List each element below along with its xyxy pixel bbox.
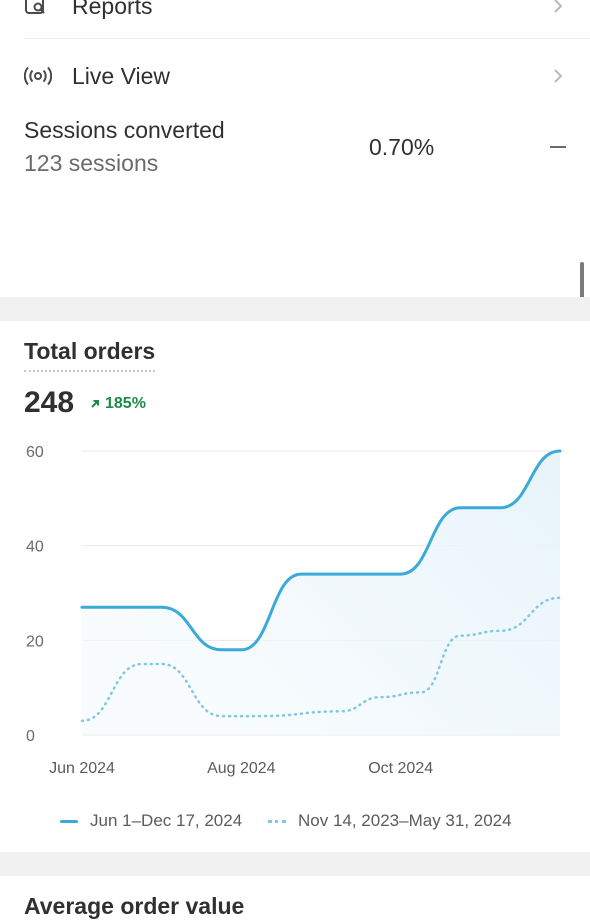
legend-swatch-solid — [60, 819, 78, 823]
no-change-dash-icon — [550, 146, 566, 148]
total-orders-chart: 60 40 20 0 Jun 2024 Aug 2024 Oct 2024 — [26, 444, 562, 777]
chevron-right-icon — [550, 68, 566, 84]
y-tick-label: 60 — [26, 444, 44, 461]
total-orders-value: 248 — [24, 386, 75, 419]
reports-icon — [24, 0, 54, 17]
nav-item-reports[interactable]: Reports — [24, 0, 566, 20]
trend-percent: 185% — [105, 395, 146, 412]
nav-item-reports-label: Reports — [72, 0, 153, 19]
x-tick-label: Jun 2024 — [49, 760, 115, 777]
live-view-icon — [24, 65, 54, 87]
total-orders-title[interactable]: Total orders — [24, 338, 156, 372]
legend-label-previous: Nov 14, 2023–May 31, 2024 — [298, 811, 512, 830]
arrow-up-right-icon — [91, 400, 99, 408]
y-tick-label: 0 — [26, 728, 35, 745]
legend-item-current[interactable]: Jun 1–Dec 17, 2024 — [60, 811, 242, 831]
x-tick-label: Aug 2024 — [207, 760, 276, 777]
chevron-right-icon — [550, 0, 566, 14]
sessions-count: 123 sessions — [24, 150, 159, 176]
x-tick-label: Oct 2024 — [368, 760, 433, 777]
sessions-conversion-rate: 0.70% — [369, 134, 435, 160]
legend-item-previous[interactable]: Nov 14, 2023–May 31, 2024 — [268, 811, 512, 831]
section-separator — [0, 297, 590, 321]
legend-swatch-dotted — [268, 819, 286, 823]
y-tick-label: 40 — [26, 539, 44, 556]
y-tick-label: 20 — [26, 633, 44, 650]
nav-item-live-view-label: Live View — [72, 62, 171, 89]
legend-label-current: Jun 1–Dec 17, 2024 — [90, 811, 243, 830]
nav-item-live-view[interactable]: Live View — [24, 61, 566, 91]
section-separator — [0, 852, 590, 876]
trend-badge: 185% — [90, 395, 146, 413]
series-area-current — [82, 451, 560, 735]
divider — [24, 38, 590, 39]
sessions-converted-title: Sessions converted — [24, 117, 225, 143]
average-order-value-title[interactable]: Average order value — [24, 893, 244, 920]
